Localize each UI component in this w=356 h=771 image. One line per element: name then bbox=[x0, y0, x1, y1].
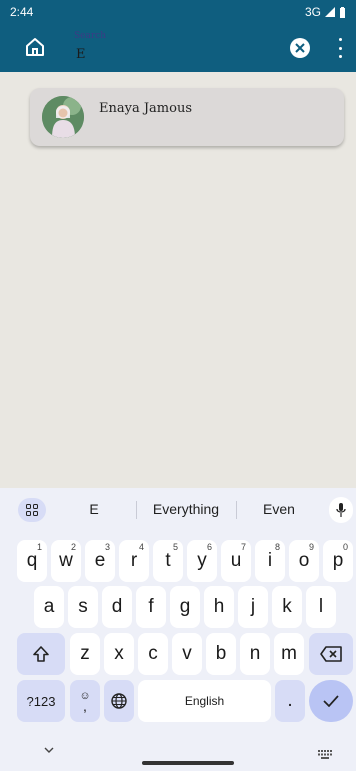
symbols-key[interactable]: ?123 bbox=[17, 680, 65, 722]
more-icon bbox=[338, 38, 342, 41]
key-y[interactable]: y6 bbox=[187, 540, 217, 582]
key-hint: 4 bbox=[138, 542, 144, 552]
key-h[interactable]: h bbox=[204, 586, 234, 628]
key-label: i bbox=[267, 550, 273, 571]
key-i[interactable]: i8 bbox=[255, 540, 285, 582]
app-bar: Search E bbox=[0, 24, 356, 72]
globe-icon bbox=[111, 693, 127, 709]
avatar bbox=[42, 96, 84, 138]
shift-key[interactable] bbox=[17, 633, 65, 675]
grid-icon bbox=[26, 504, 38, 516]
key-label: y bbox=[197, 550, 207, 571]
backspace-key[interactable] bbox=[309, 633, 353, 675]
keyboard-switcher-button[interactable] bbox=[318, 746, 332, 764]
key-c[interactable]: c bbox=[138, 633, 168, 675]
keyboard: E Everything Even q1 w2 e3 r4 t5 y6 u7 i… bbox=[0, 488, 356, 771]
key-hint: 3 bbox=[104, 542, 110, 552]
avatar-image bbox=[42, 96, 84, 138]
emoji-comma-key[interactable]: ☺ , bbox=[70, 680, 100, 722]
navigation-bar bbox=[0, 735, 356, 771]
home-gesture-bar[interactable] bbox=[142, 761, 234, 765]
key-n[interactable]: n bbox=[240, 633, 270, 675]
key-z[interactable]: z bbox=[70, 633, 100, 675]
shift-icon bbox=[33, 646, 49, 662]
search-text: E bbox=[76, 47, 86, 62]
network-type: 3G bbox=[304, 5, 321, 19]
key-label: p bbox=[332, 550, 344, 571]
search-input[interactable]: Search E bbox=[74, 30, 274, 66]
key-q[interactable]: q1 bbox=[17, 540, 47, 582]
suggestion-bar: E Everything Even bbox=[0, 488, 356, 532]
key-hint: 5 bbox=[172, 542, 178, 552]
key-v[interactable]: v bbox=[172, 633, 202, 675]
key-g[interactable]: g bbox=[170, 586, 200, 628]
key-p[interactable]: p0 bbox=[323, 540, 353, 582]
key-k[interactable]: k bbox=[272, 586, 302, 628]
signal-icon bbox=[325, 7, 335, 17]
key-hint: 1 bbox=[36, 542, 42, 552]
result-name: Enaya Jamous bbox=[99, 101, 192, 116]
key-l[interactable]: l bbox=[306, 586, 336, 628]
voice-input-button[interactable] bbox=[329, 497, 353, 523]
search-label: Search bbox=[74, 31, 106, 41]
key-hint: 9 bbox=[308, 542, 314, 552]
battery-icon bbox=[340, 6, 345, 18]
backspace-icon bbox=[320, 646, 342, 662]
key-w[interactable]: w2 bbox=[51, 540, 81, 582]
key-s[interactable]: s bbox=[68, 586, 98, 628]
key-t[interactable]: t5 bbox=[153, 540, 183, 582]
key-e[interactable]: e3 bbox=[85, 540, 115, 582]
key-u[interactable]: u7 bbox=[221, 540, 251, 582]
key-r[interactable]: r4 bbox=[119, 540, 149, 582]
chevron-down-icon bbox=[44, 747, 54, 753]
more-options-button[interactable] bbox=[336, 38, 344, 58]
language-key[interactable] bbox=[104, 680, 134, 722]
home-button[interactable] bbox=[22, 34, 48, 60]
enter-key[interactable] bbox=[309, 680, 353, 722]
key-label: r bbox=[130, 550, 138, 571]
key-label: u bbox=[230, 550, 242, 571]
key-x[interactable]: x bbox=[104, 633, 134, 675]
keyboard-icon bbox=[318, 750, 332, 759]
suggestion-3[interactable]: Even bbox=[256, 501, 302, 517]
clear-search-button[interactable] bbox=[290, 38, 310, 58]
result-card[interactable]: Enaya Jamous bbox=[30, 88, 344, 146]
home-icon bbox=[26, 38, 44, 56]
checkmark-icon bbox=[323, 695, 339, 707]
status-bar: 2:44 3G bbox=[0, 0, 356, 24]
space-key[interactable]: English bbox=[138, 680, 271, 722]
hide-keyboard-button[interactable] bbox=[44, 743, 54, 757]
key-label: q bbox=[26, 550, 38, 571]
key-a[interactable]: a bbox=[34, 586, 64, 628]
apps-grid-button[interactable] bbox=[18, 498, 46, 522]
key-label: t bbox=[165, 550, 171, 571]
key-hint: 0 bbox=[342, 542, 348, 552]
key-j[interactable]: j bbox=[238, 586, 268, 628]
key-hint: 2 bbox=[70, 542, 76, 552]
suggestion-divider bbox=[136, 501, 137, 519]
key-hint: 7 bbox=[240, 542, 246, 552]
key-hint: 8 bbox=[274, 542, 280, 552]
key-o[interactable]: o9 bbox=[289, 540, 319, 582]
status-icons: 3G bbox=[305, 5, 346, 19]
key-label: o bbox=[298, 550, 310, 571]
key-f[interactable]: f bbox=[136, 586, 166, 628]
status-time: 2:44 bbox=[10, 5, 34, 19]
key-label: e bbox=[94, 550, 106, 571]
key-m[interactable]: m bbox=[274, 633, 304, 675]
key-d[interactable]: d bbox=[102, 586, 132, 628]
microphone-icon bbox=[336, 503, 346, 517]
key-hint: 6 bbox=[206, 542, 212, 552]
more-icon-dot bbox=[338, 55, 342, 58]
suggestion-divider bbox=[236, 501, 237, 519]
key-b[interactable]: b bbox=[206, 633, 236, 675]
more-icon-dot bbox=[338, 46, 342, 50]
close-icon bbox=[295, 43, 305, 53]
period-key[interactable]: . bbox=[275, 680, 305, 722]
key-label: w bbox=[59, 550, 73, 571]
suggestion-2[interactable]: Everything bbox=[146, 501, 226, 517]
comma-label: , bbox=[83, 698, 87, 714]
suggestion-1[interactable]: E bbox=[84, 501, 104, 517]
